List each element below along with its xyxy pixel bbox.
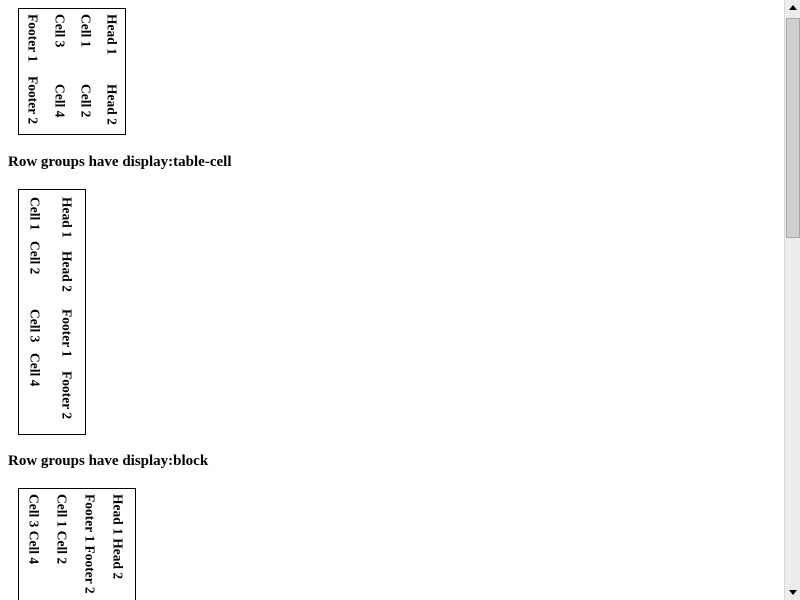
table-cell-row-1: Cell 1 Cell 2 <box>54 494 70 565</box>
vertical-scrollbar[interactable] <box>784 0 800 600</box>
table-footer-row: Footer 1 Footer 2 <box>82 494 98 594</box>
table-cell-4: Cell 4 <box>27 353 43 387</box>
table-cell-1: Cell 1 <box>78 14 94 48</box>
table-cell-3: Cell 3 <box>27 309 43 343</box>
table-footer-2: Footer 2 <box>25 76 41 125</box>
table-cell-4: Cell 4 <box>52 84 68 118</box>
table-row-groups-table-cell: Head 1 Head 2 Footer 1 Footer 2 Cell 1 C… <box>18 189 86 435</box>
table-normal: Head 1 Head 2 Cell 1 Cell 2 Cell 3 Cell … <box>18 8 126 135</box>
arrow-up-icon <box>789 5 797 10</box>
table-footer-2: Footer 2 <box>59 371 75 420</box>
arrow-down-icon <box>789 590 797 595</box>
table-head-1: Head 1 <box>104 14 120 55</box>
scroll-up-button[interactable] <box>785 0 800 16</box>
table-cell-1: Cell 1 <box>27 197 43 231</box>
table-cell-2: Cell 2 <box>78 84 94 118</box>
page-content: Head 1 Head 2 Cell 1 Cell 2 Cell 3 Cell … <box>0 0 784 600</box>
table-cell-row-2: Cell 3 Cell 4 <box>26 494 42 565</box>
table-cell-2: Cell 2 <box>27 241 43 275</box>
heading-block: Row groups have display:block <box>8 453 209 469</box>
table-head-1: Head 1 <box>59 197 75 238</box>
scroll-down-button[interactable] <box>785 584 800 600</box>
table-head-2: Head 2 <box>104 84 120 125</box>
table-row-groups-block: Head 1 Head 2 Footer 1 Footer 2 Cell 1 C… <box>18 488 136 600</box>
table-cell-3: Cell 3 <box>52 14 68 48</box>
heading-table-cell: Row groups have display:table-cell <box>8 154 232 170</box>
table-footer-1: Footer 1 <box>25 14 41 63</box>
table-head-2: Head 2 <box>59 251 75 292</box>
table-footer-1: Footer 1 <box>59 309 75 358</box>
table-head-row: Head 1 Head 2 <box>110 494 126 580</box>
scrollbar-thumb[interactable] <box>786 18 800 238</box>
